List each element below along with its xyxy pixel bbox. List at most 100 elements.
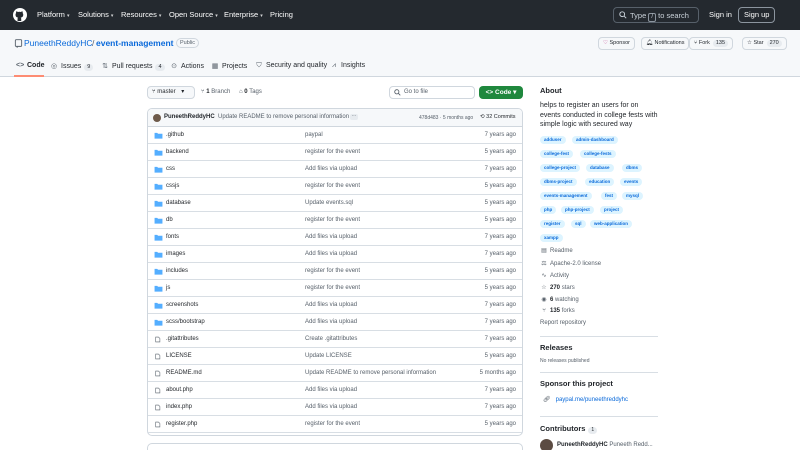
- topic-tag[interactable]: events: [620, 178, 643, 186]
- file-name-link[interactable]: database: [166, 200, 191, 206]
- commit-message-link[interactable]: Add files via upload: [305, 251, 357, 257]
- topic-tag[interactable]: college-fest: [540, 150, 574, 158]
- forks-link[interactable]: ⑂ 135 forks: [540, 308, 575, 314]
- commit-message-link[interactable]: Update LICENSE: [305, 353, 352, 359]
- table-row[interactable]: cssjs register for the event 5 years ago: [148, 178, 522, 195]
- topic-tag[interactable]: register: [540, 220, 565, 228]
- commit-message-link[interactable]: Add files via upload: [305, 387, 357, 393]
- commit-message-link[interactable]: paypal: [305, 132, 323, 138]
- topic-tag[interactable]: college-project: [540, 164, 581, 172]
- table-row[interactable]: scss/bootstrap Add files via upload 7 year…: [148, 314, 522, 331]
- branch-select-button[interactable]: ⑂ master ▾: [147, 86, 195, 99]
- commits-link[interactable]: ⟲ 32 Commits: [480, 114, 515, 120]
- table-row[interactable]: database Update events.sql 5 years ago: [148, 195, 522, 212]
- file-name-link[interactable]: backend: [166, 149, 189, 155]
- sponsor-link[interactable]: 🔗︎ paypal.me/puneethreddyhc: [543, 396, 628, 403]
- github-logo-icon[interactable]: [13, 8, 27, 22]
- tab-issues[interactable]: ◎ Issues 9: [50, 62, 94, 71]
- file-name-link[interactable]: screenshots: [166, 302, 198, 308]
- table-row[interactable]: register.php register for the event 5 year…: [148, 416, 522, 433]
- commit-message-link[interactable]: Add files via upload: [305, 319, 357, 325]
- topic-tag[interactable]: sql: [571, 220, 586, 228]
- search-input[interactable]: Type / to search: [613, 7, 699, 23]
- commit-message-link[interactable]: register for the event: [305, 421, 360, 427]
- nav-platform[interactable]: Platform ▾: [37, 10, 69, 19]
- file-name-link[interactable]: about.php: [166, 387, 193, 393]
- file-name-link[interactable]: README.md: [166, 370, 202, 376]
- file-name-link[interactable]: images: [166, 251, 185, 257]
- topic-tag[interactable]: database: [586, 164, 614, 172]
- nav-solutions[interactable]: Solutions ▾: [78, 10, 113, 19]
- notifications-button[interactable]: 🔔︎ Notifications: [641, 37, 690, 50]
- commit-message-link[interactable]: Update README to remove personal informa…: [218, 114, 349, 120]
- topic-tag[interactable]: project: [600, 206, 624, 214]
- commit-message-link[interactable]: register for the event: [305, 217, 360, 223]
- releases-heading[interactable]: Releases: [540, 343, 573, 352]
- file-name-link[interactable]: fonts: [166, 234, 179, 240]
- file-name-link[interactable]: css: [166, 166, 175, 172]
- commit-sha-time[interactable]: 478d483 · 5 months ago: [419, 115, 473, 121]
- commit-message-link[interactable]: Update README to remove personal informa…: [305, 370, 436, 376]
- nav-open-source[interactable]: Open Source ▾: [169, 10, 218, 19]
- commit-message-link[interactable]: Add files via upload: [305, 404, 357, 410]
- file-name-link[interactable]: .github: [166, 132, 184, 138]
- stars-link[interactable]: ☆ 270 stars: [540, 284, 574, 291]
- topic-tag[interactable]: college-fests: [580, 150, 616, 158]
- sponsor-button[interactable]: ♡ Sponsor: [598, 37, 635, 50]
- table-row[interactable]: includes register for the event 5 years ag…: [148, 263, 522, 280]
- topic-tag[interactable]: web-application: [590, 220, 633, 228]
- file-name-link[interactable]: register.php: [166, 421, 197, 427]
- nav-resources[interactable]: Resources ▾: [121, 10, 161, 19]
- topic-tag[interactable]: php: [540, 206, 557, 214]
- commit-message-link[interactable]: Add files via upload: [305, 302, 357, 308]
- avatar[interactable]: [540, 439, 553, 450]
- commit-message-link[interactable]: Create .gitattributes: [305, 336, 357, 342]
- commit-message-link[interactable]: register for the event: [305, 268, 360, 274]
- file-name-link[interactable]: index.php: [166, 404, 192, 410]
- table-row[interactable]: LICENSE Update LICENSE 5 years ago: [148, 348, 522, 365]
- commit-message-link[interactable]: Add files via upload: [305, 234, 357, 240]
- table-row[interactable]: fonts Add files via upload 7 years ago: [148, 229, 522, 246]
- star-button[interactable]: ☆ Star 270: [742, 37, 787, 50]
- repo-name-link[interactable]: event-management: [96, 38, 173, 48]
- tab-code[interactable]: <> Code: [16, 62, 45, 69]
- tags-link[interactable]: ⌂ 0 Tags: [239, 89, 262, 95]
- watchers-link[interactable]: ◉ 6 watching: [540, 296, 578, 303]
- license-link[interactable]: ⚖ Apache-2.0 license: [540, 260, 601, 267]
- tab-actions[interactable]: ⊙ Actions: [170, 62, 204, 70]
- fork-button[interactable]: ⑂ Fork 135: [689, 37, 734, 50]
- go-to-file-input[interactable]: Go to file: [389, 86, 475, 99]
- topic-tag[interactable]: adduser: [540, 136, 566, 144]
- code-dropdown-button[interactable]: <> Code ▾: [479, 86, 523, 99]
- topic-tag[interactable]: dbms: [622, 164, 643, 172]
- file-name-link[interactable]: includes: [166, 268, 188, 274]
- contributor-link[interactable]: PuneethReddyHC Puneeth Redd...: [557, 442, 653, 448]
- tab-pull-requests[interactable]: ⇅ Pull requests 4: [101, 62, 165, 71]
- contributors-heading[interactable]: Contributors 1: [540, 424, 598, 434]
- commit-message-link[interactable]: register for the event: [305, 149, 360, 155]
- nav-enterprise[interactable]: Enterprise ▾: [224, 10, 263, 19]
- activity-link[interactable]: ∿ Activity: [540, 272, 569, 279]
- table-row[interactable]: db register for the event 5 years ago: [148, 212, 522, 229]
- commit-message-link[interactable]: register for the event: [305, 183, 360, 189]
- commit-message-link[interactable]: register for the event: [305, 285, 360, 291]
- topic-tag[interactable]: events-management: [540, 192, 592, 200]
- table-row[interactable]: js register for the event 5 years ago: [148, 280, 522, 297]
- topic-tag[interactable]: admin-dashboard: [572, 136, 618, 144]
- topic-tag[interactable]: dbms-project: [540, 178, 577, 186]
- topic-tag[interactable]: xampp: [540, 234, 563, 242]
- file-name-link[interactable]: db: [166, 217, 173, 223]
- file-name-link[interactable]: js: [166, 285, 170, 291]
- table-row[interactable]: README.md Update README to remove persona…: [148, 365, 522, 382]
- topic-tag[interactable]: mysql: [622, 192, 644, 200]
- table-row[interactable]: css Add files via upload 7 years ago: [148, 161, 522, 178]
- file-name-link[interactable]: cssjs: [166, 183, 179, 189]
- topic-tag[interactable]: education: [585, 178, 615, 186]
- tab-projects[interactable]: ▦ Projects: [211, 62, 248, 70]
- commit-message-link[interactable]: Update events.sql: [305, 200, 353, 206]
- file-name-link[interactable]: LICENSE: [166, 353, 192, 359]
- table-row[interactable]: .gitattributes Create .gitattributes 7 yea…: [148, 331, 522, 348]
- table-row[interactable]: images Add files via upload 7 years ago: [148, 246, 522, 263]
- table-row[interactable]: about.php Add files via upload 7 years ago: [148, 382, 522, 399]
- avatar[interactable]: [153, 114, 161, 122]
